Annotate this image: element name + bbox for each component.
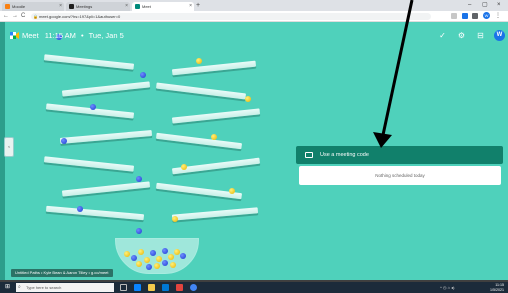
windows-taskbar: ⊞ ⌕ Type here to search ^ ◷ ⌂ ◂) 11:15 1… (0, 282, 508, 293)
marble (136, 176, 142, 182)
settings-icon[interactable]: ⚙ (456, 30, 467, 41)
maximize-button[interactable]: ▢ (482, 1, 488, 10)
moodle-favicon-icon (5, 4, 10, 9)
marble (180, 253, 186, 259)
artwork-credit[interactable]: Untitled Paths • Kyle Bean & Aaron Tille… (11, 269, 113, 277)
marble (136, 228, 142, 234)
ramp (43, 156, 135, 172)
marble (181, 164, 187, 170)
reload-button[interactable]: C (21, 12, 25, 21)
schedule-card: Nothing scheduled today (299, 166, 501, 185)
task-view-icon[interactable] (120, 284, 127, 291)
ramp (61, 181, 151, 197)
clock[interactable]: 11:15 1/5/2021 (490, 283, 504, 292)
tab-title: Meet (142, 4, 151, 9)
chrome-icon[interactable] (190, 284, 197, 291)
back-button[interactable]: ← (3, 12, 9, 21)
nothing-scheduled-text: Nothing scheduled today (375, 173, 425, 178)
ramp (61, 81, 151, 97)
ramp (43, 54, 135, 70)
separator: • (81, 31, 84, 40)
app-icon[interactable] (176, 284, 183, 291)
marble (140, 72, 146, 78)
meet-logo-icon (10, 32, 19, 39)
brand-name: Meet (22, 31, 39, 40)
marble (156, 256, 162, 262)
extension-icon[interactable] (472, 13, 478, 19)
edge-icon[interactable] (134, 284, 141, 291)
search-placeholder: Type here to search (26, 285, 62, 290)
marble (162, 260, 168, 266)
meetings-favicon-icon (69, 4, 74, 9)
marble (90, 104, 96, 110)
feedback-icon[interactable]: ⊟ (475, 30, 486, 41)
meet-favicon-icon (135, 4, 140, 9)
marble (124, 251, 130, 257)
marble (150, 250, 156, 256)
browser-toolbar: ← → C 🔒 meet.google.com/?hs=197&pli=1&au… (0, 11, 508, 22)
close-window-button[interactable]: × (497, 1, 501, 10)
marble (144, 257, 150, 263)
profile-avatar[interactable]: W (483, 12, 490, 19)
current-time: 11:15 AM (44, 31, 76, 40)
lock-icon: 🔒 (33, 14, 38, 19)
marble (146, 264, 152, 270)
close-tab-icon[interactable]: × (189, 2, 192, 11)
marble (61, 138, 67, 144)
menu-icon[interactable]: ⋮ (495, 13, 501, 19)
address-bar[interactable]: 🔒 meet.google.com/?hs=197&pli=1&authuser… (31, 13, 431, 20)
ramp (171, 108, 261, 124)
marble (172, 216, 178, 222)
tab-meet[interactable]: Meet × (132, 2, 194, 11)
taskbar-search-input[interactable]: ⌕ Type here to search (16, 283, 114, 292)
marble (170, 262, 176, 268)
search-icon: ⌕ (18, 284, 21, 290)
account-avatar[interactable]: W (494, 30, 505, 41)
forward-button[interactable]: → (12, 12, 18, 21)
current-date: Tue, Jan 5 (88, 31, 124, 40)
url-text: meet.google.com/?hs=197&pli=1&authuser=0 (39, 14, 121, 19)
ramp (45, 205, 145, 221)
system-tray[interactable]: ^ ◷ ⌂ ◂) (440, 284, 454, 291)
ramp (155, 82, 247, 100)
marble (77, 206, 83, 212)
mail-icon[interactable] (162, 284, 169, 291)
file-explorer-icon[interactable] (148, 284, 155, 291)
use-meeting-code-label: Use a meeting code (320, 152, 369, 158)
marble (168, 254, 174, 260)
tab-meetings[interactable]: Meetings × (66, 2, 130, 11)
marble (131, 255, 137, 261)
marble (138, 249, 144, 255)
ramp (171, 207, 259, 221)
marble (162, 248, 168, 254)
star-icon[interactable] (451, 13, 457, 19)
marble (245, 96, 251, 102)
marble (196, 58, 202, 64)
tab-moodle[interactable]: Moodle × (2, 2, 64, 11)
close-tab-icon[interactable]: × (125, 2, 128, 11)
browser-tab-strip: Moodle × Meetings × Meet × + – ▢ × (0, 0, 508, 11)
tab-title: Moodle (12, 4, 26, 9)
ramp (171, 60, 257, 76)
marble (211, 134, 217, 140)
marble (174, 249, 180, 255)
marble (229, 188, 235, 194)
marble (136, 261, 142, 267)
windows-start-icon[interactable]: ⊞ (4, 284, 11, 291)
keyboard-icon (305, 152, 313, 158)
minimize-button[interactable]: – (468, 1, 471, 10)
help-icon[interactable]: ✓ (437, 30, 448, 41)
tab-title: Meetings (76, 4, 93, 9)
marble (154, 263, 160, 269)
new-tab-button[interactable]: + (196, 1, 200, 10)
extension-icon[interactable] (462, 13, 468, 19)
close-tab-icon[interactable]: × (59, 2, 62, 11)
ramp (59, 130, 153, 144)
clock-date: 1/5/2021 (490, 287, 504, 292)
ramp (155, 132, 243, 150)
side-panel-toggle[interactable]: < (4, 137, 14, 157)
page-title: Meet 11:15 AM • Tue, Jan 5 (22, 30, 124, 42)
use-meeting-code-button[interactable]: Use a meeting code (296, 146, 503, 164)
